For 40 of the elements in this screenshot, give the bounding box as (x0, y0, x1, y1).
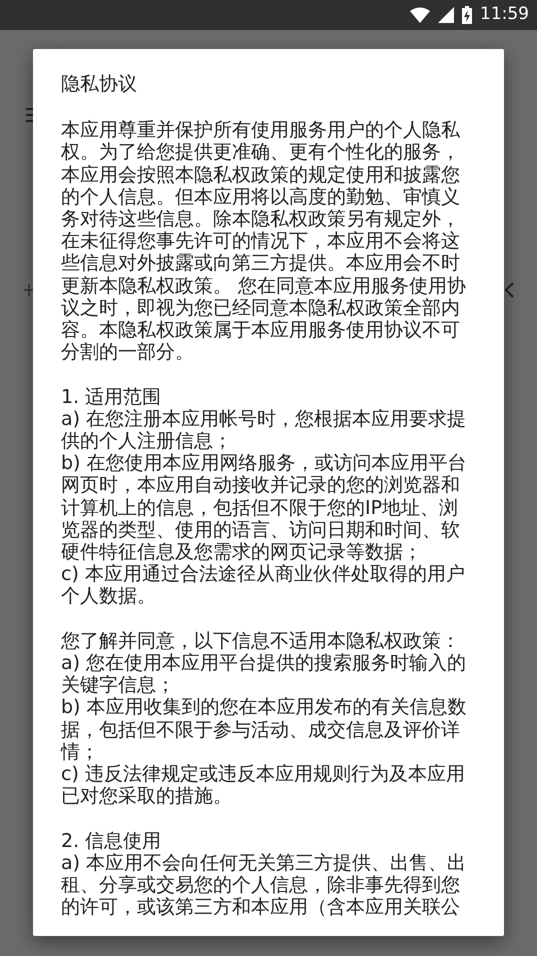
policy-text-line: 关键字信息； (61, 674, 176, 696)
policy-text-line: 在未征得您事先许可的情况下，本应用不会将这 (61, 230, 461, 252)
policy-text-line: 情； (61, 740, 100, 764)
policy-text-line: a) 您在使用本应用平台提供的搜索服务时输入的 (61, 652, 468, 674)
policy-text-line: c) 违反法律规定或违反本应用规则行为及本应用 (61, 763, 466, 786)
policy-text-line: c) 本应用通过合法途径从商业伙伴处取得的用户 (61, 563, 466, 586)
policy-text-line: 2. 信息使用 (61, 830, 162, 852)
dialog-title: 隐私协议 (61, 73, 138, 96)
policy-text-line: a) 本应用不会向任何无关第三方提供、出售、出 (61, 852, 468, 874)
policy-text-line: 网页时，本应用自动接收并记录的您的浏览器和 (61, 474, 461, 497)
policy-text-line: 的许可，或该第三方和本应用（含本应用关联公 (61, 896, 461, 918)
policy-text-line: b) 本应用收集到的您在本应用发布的有关信息数 (61, 696, 468, 719)
battery-charging-icon (462, 6, 472, 24)
policy-text-line: 硬件特征信息及您需求的网页记录等数据； (61, 541, 423, 564)
chevron-left-icon (504, 282, 514, 298)
policy-text-line: b) 在您使用本应用网络服务，或访问本应用平台 (61, 452, 468, 474)
policy-text-line: 览器的类型、使用的语言、访问日期和时间、软 (61, 518, 461, 542)
wifi-icon (410, 7, 430, 23)
plus-icon (24, 284, 34, 296)
policy-text-line: 更新本隐私权政策。 您在同意本应用服务使用协 (61, 274, 468, 297)
policy-text-line: 些信息对外披露或向第三方提供。本应用会不时 (61, 252, 461, 275)
policy-text-line: 分割的一部分。 (61, 341, 195, 364)
policy-text-line: 容。本隐私权政策属于本应用服务使用协议不可 (61, 319, 461, 342)
policy-text-line: 的个人信息。但本应用将以高度的勤勉、审慎义 (61, 186, 461, 208)
clock-time: 11:59 (480, 3, 529, 26)
policy-text-line: 已对您采取的措施。 (61, 785, 233, 808)
policy-text-line: 计算机上的信息，包括但不限于您的IP地址、浏 (61, 496, 460, 519)
policy-text-line: 本应用尊重并保护所有使用服务用户的个人隐私 (61, 119, 461, 142)
policy-text-line: 权。为了给您提供更准确、更有个性化的服务， (61, 141, 461, 164)
policy-text-line: 个人数据。 (61, 585, 157, 608)
policy-text-line: 议之时，即视为您已经同意本隐私权政策全部内 (61, 296, 461, 320)
policy-text-line: a) 在您注册本应用帐号时，您根据本应用要求提 (61, 408, 468, 430)
policy-text-line: 租、分享或交易您的个人信息，除非事先得到您 (61, 874, 461, 896)
policy-text-line: 您了解并同意，以下信息不适用本隐私权政策： (61, 630, 461, 652)
policy-text-line: 务对待这些信息。除本隐私权政策另有规定外， (61, 208, 461, 230)
policy-text-line: 据，包括但不限于参与活动、成交信息及评价详 (61, 718, 461, 741)
policy-text-line: 供的个人注册信息； (61, 430, 233, 452)
policy-text-line: 本应用会按照本隐私权政策的规定使用和披露您 (61, 164, 461, 186)
policy-text-line: 1. 适用范围 (61, 386, 162, 408)
signal-icon (438, 7, 454, 23)
